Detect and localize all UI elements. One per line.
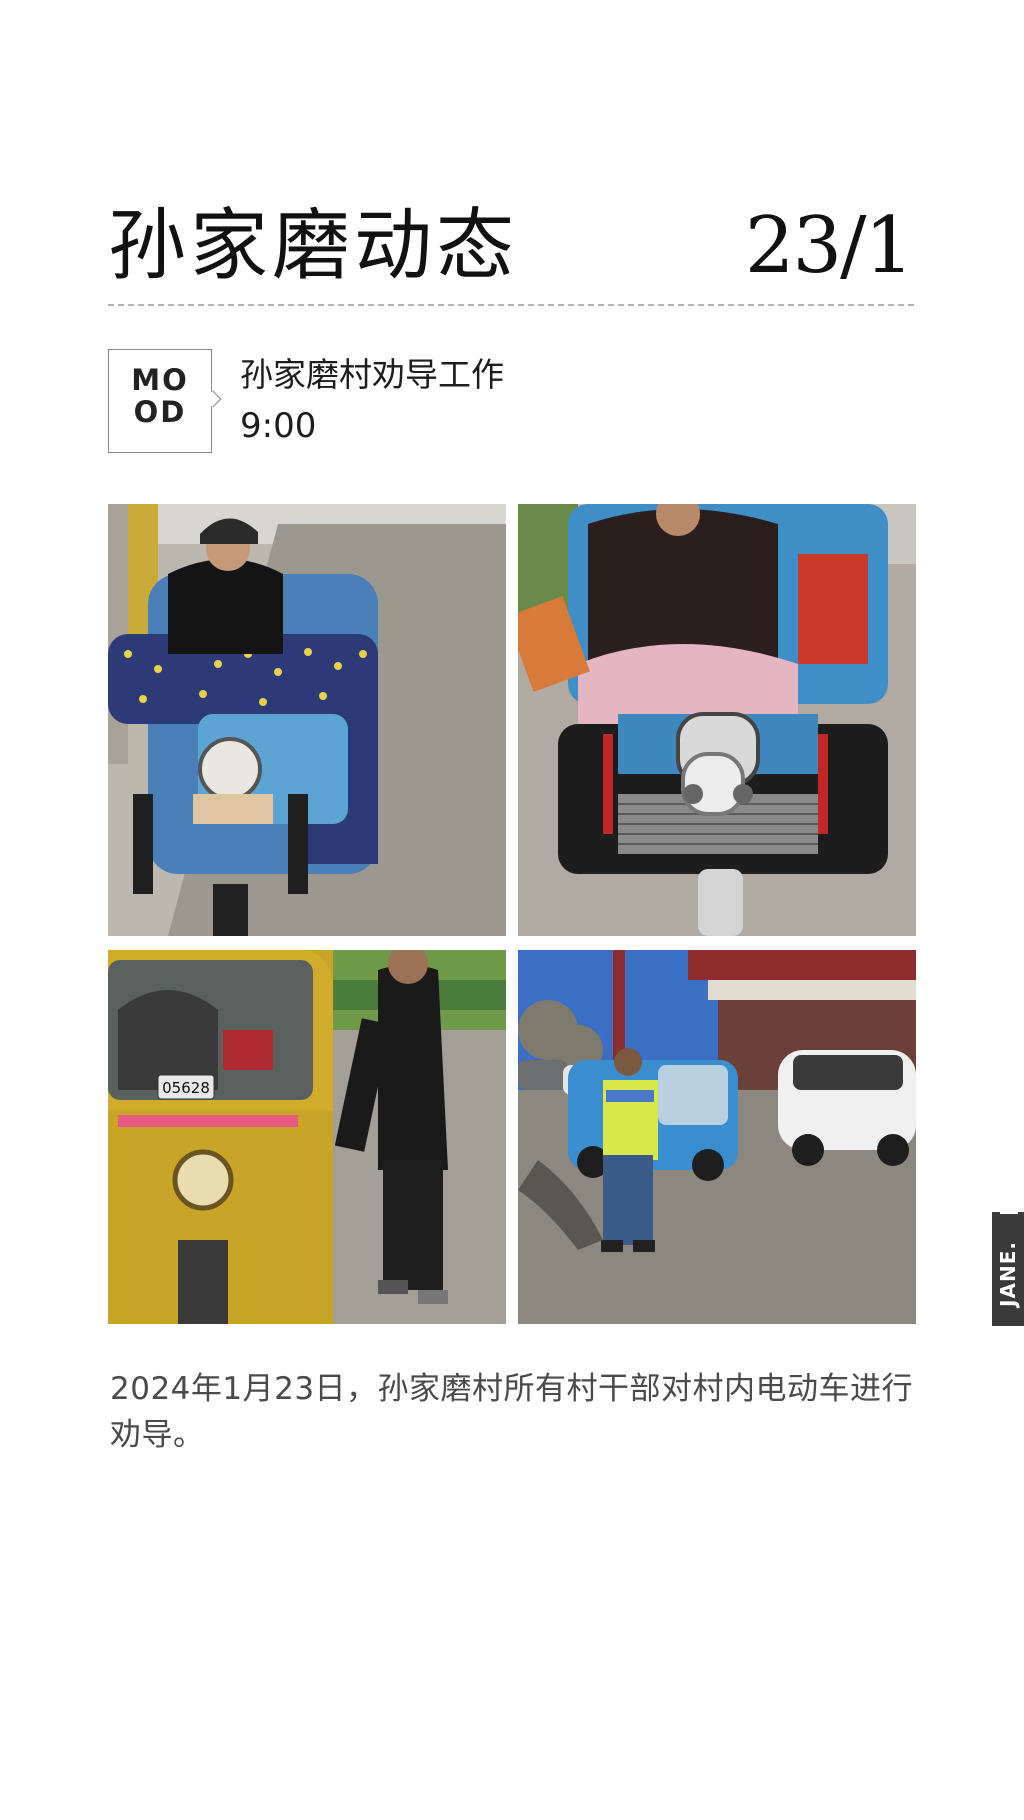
mood-label-line1: MO	[131, 363, 189, 397]
photo-blue-tricycle-polka-dot[interactable]	[108, 504, 506, 936]
mood-label-line2: OD	[133, 395, 187, 429]
photo-3-illustration: 05628	[108, 950, 506, 1324]
page-title: 孙家磨动态	[108, 201, 519, 291]
post-caption: 2024年1月23日，孙家磨村所有村干部对村内电动车进行劝导。	[110, 1371, 914, 1453]
photo-blue-tricycle-front[interactable]	[518, 504, 916, 936]
side-tag-accent	[1000, 1212, 1018, 1214]
photo-yellow-tricycle[interactable]: 05628	[108, 950, 506, 1324]
header-divider	[108, 304, 914, 306]
mood-badge: MO OD	[108, 349, 212, 453]
side-tag-label: JANE.	[996, 1241, 1020, 1307]
activity-title: 孙家磨村劝导工作	[240, 355, 504, 394]
activity-time: 9:00	[240, 406, 317, 446]
photo-2-illustration	[518, 504, 916, 936]
photo-1-illustration	[108, 504, 506, 936]
mood-label: MO OD	[109, 364, 211, 428]
post-page: 孙家磨动态 23/1 MO OD 孙家磨村劝导工作 9:00 05628 202…	[0, 0, 1024, 1820]
license-plate-text: 05628	[162, 1079, 210, 1097]
photo-4-illustration	[518, 950, 916, 1324]
post-header: 孙家磨动态 23/1	[108, 196, 914, 296]
post-date: 23/1	[744, 201, 914, 291]
photo-worker-and-blue-tricycle[interactable]	[518, 950, 916, 1324]
